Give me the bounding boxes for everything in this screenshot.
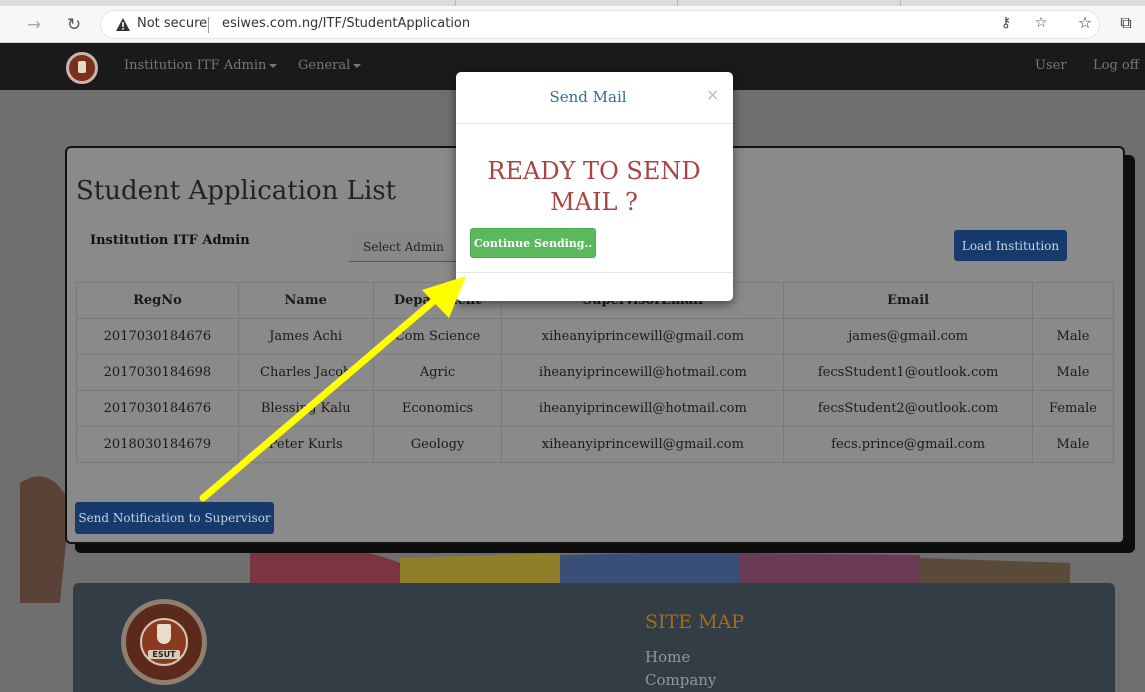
warning-icon (116, 18, 130, 31)
table-cell: iheanyiprincewill@hotmail.com (501, 390, 785, 427)
modal-message: READY TO SEND MAIL ? (487, 157, 701, 216)
nav-user[interactable]: User (1035, 58, 1067, 73)
table-cell: Blessing Kalu (237, 390, 374, 427)
send-mail-modal: Send Mail × READY TO SEND MAIL ? Continu… (456, 72, 733, 301)
column-header: Name (237, 282, 374, 319)
shield-icon (157, 624, 171, 644)
forward-icon[interactable]: → (21, 12, 47, 38)
table-cell: fecsStudent1@outlook.com (783, 354, 1034, 391)
nav-logoff[interactable]: Log off (1093, 58, 1139, 73)
collections-icon[interactable]: ⧉ (1115, 13, 1137, 35)
table-cell: Male (1032, 354, 1114, 391)
favorite-add-icon[interactable]: ☆ (1031, 15, 1051, 35)
caret-down-icon (269, 63, 278, 68)
column-header: RegNo (76, 282, 239, 319)
table-row: 2017030184676 Blessing Kalu Economics ih… (76, 390, 1114, 427)
table-cell: fecs.prince@gmail.com (783, 426, 1034, 463)
table-cell: iheanyiprincewill@hotmail.com (501, 354, 785, 391)
load-institution-button[interactable]: Load Institution (954, 230, 1067, 261)
student-table: RegNo Name Department SupervisorEmail Em… (76, 282, 1114, 463)
table-cell: Charles Jacob (237, 354, 374, 391)
caret-down-icon (353, 63, 362, 68)
table-cell: fecsStudent2@outlook.com (783, 390, 1034, 427)
table-cell: James Achi (237, 318, 374, 355)
nav-menu-general[interactable]: General (298, 58, 362, 73)
crest-label: ESUT (148, 650, 180, 659)
modal-divider (456, 123, 733, 124)
esut-crest-logo: ESUT (121, 599, 207, 685)
table-cell: 2017030184676 (76, 318, 239, 355)
browser-toolbar: → ↻ Not secure esiwes.com.ng/ITF/Student… (0, 6, 1145, 43)
url-text[interactable]: esiwes.com.ng/ITF/StudentApplication (222, 16, 470, 31)
table-cell: Com Science (372, 318, 503, 355)
table-cell: 2017030184676 (76, 390, 239, 427)
not-secure-label: Not secure (137, 16, 208, 31)
table-cell: Economics (372, 390, 503, 427)
column-header: Email (783, 282, 1034, 319)
table-cell: xiheanyiprincewill@gmail.com (501, 426, 785, 463)
table-row: 2018030184679 Peter Kurls Geology xihean… (76, 426, 1114, 463)
footer: ESUT SITE MAP Home Company (73, 583, 1115, 692)
esut-logo[interactable] (66, 52, 98, 84)
key-icon[interactable]: ⚷ (996, 15, 1016, 35)
table-cell: Female (1032, 390, 1114, 427)
table-row: 2017030184676 James Achi Com Science xih… (76, 318, 1114, 355)
close-icon[interactable]: × (706, 85, 719, 104)
admin-label: Institution ITF Admin (90, 233, 250, 248)
table-row: 2017030184698 Charles Jacob Agric iheany… (76, 354, 1114, 391)
column-header (1032, 282, 1114, 319)
table-cell: Geology (372, 426, 503, 463)
table-cell: 2018030184679 (76, 426, 239, 463)
url-divider (208, 17, 209, 33)
address-bar[interactable]: Not secure esiwes.com.ng/ITF/StudentAppl… (100, 10, 1100, 39)
footer-link-company[interactable]: Company (645, 671, 716, 689)
page-title: Student Application List (76, 176, 397, 206)
table-cell: james@gmail.com (783, 318, 1034, 355)
sitemap-title: SITE MAP (645, 611, 745, 633)
send-notification-button[interactable]: Send Notification to Supervisor (75, 502, 274, 534)
table-cell: Male (1032, 318, 1114, 355)
table-cell: 2017030184698 (76, 354, 239, 391)
modal-divider (456, 272, 733, 273)
table-cell: Peter Kurls (237, 426, 374, 463)
modal-title: Send Mail (549, 88, 627, 106)
continue-sending-button[interactable]: Continue Sending.. (470, 228, 596, 258)
table-cell: Male (1032, 426, 1114, 463)
reload-icon[interactable]: ↻ (61, 12, 87, 38)
footer-link-home[interactable]: Home (645, 648, 690, 666)
table-cell: Agric (372, 354, 503, 391)
nav-menu-admin[interactable]: Institution ITF Admin (124, 58, 278, 73)
favorites-icon[interactable]: ☆ (1074, 13, 1096, 35)
table-cell: xiheanyiprincewill@gmail.com (501, 318, 785, 355)
